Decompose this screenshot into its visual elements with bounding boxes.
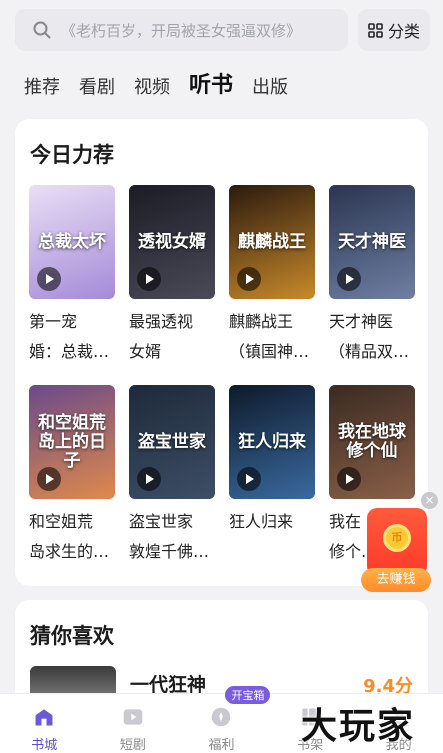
tab-recommend[interactable]: 推荐 [24,74,60,102]
book-name: 盗宝世家敦煌千佛… [129,507,215,567]
category-button[interactable]: 分类 [358,9,430,51]
tab-audiobook[interactable]: 听书 [189,70,233,102]
book-name-line: 婚：总裁… [29,342,110,361]
play-icon[interactable] [37,267,61,291]
play-icon[interactable] [137,267,161,291]
play-icon[interactable] [237,467,261,491]
cover-title: 总裁太坏 [38,231,106,252]
play-icon[interactable] [237,267,261,291]
book-cover: 麒麟战王 [229,185,315,299]
nav-welfare[interactable]: 开宝箱 福利 [177,686,271,753]
watermark: 大玩家 [301,705,416,747]
play-icon[interactable] [37,467,61,491]
book-name: 天才神医 （精品双… [329,307,415,367]
cover-title: 麒麟战王 [238,231,306,252]
coin-icon: 币 [383,524,411,552]
section-title: 今日力荐 [30,143,114,167]
cover-title: 和空姐荒岛上的日子 [38,412,106,471]
play-icon[interactable] [337,267,361,291]
play-icon[interactable] [137,467,161,491]
treasure-badge: 开宝箱 [225,686,271,704]
book-item[interactable]: 天才神医 天才神医 （精品双… [329,185,415,367]
search-box[interactable]: 《老朽百岁，开局被圣女强逼双修》 [15,9,348,51]
tab-publish[interactable]: 出版 [252,74,288,102]
book-name: 麒麟战王 （镇国神… [229,307,315,367]
cover-title: 透视女婿 [138,231,206,252]
cover-title: 我在地球修个仙 [338,422,406,461]
book-name-line: 岛求生的… [29,542,110,561]
earn-label: 去赚钱 [361,568,431,592]
book-name-line: 和空姐荒 [29,512,94,531]
book-name: 第一宠婚：总裁… [29,307,115,367]
nav-bookstore[interactable]: 书城 [0,694,89,753]
close-icon[interactable]: × [421,492,438,509]
book-name-line: （镇国神… [229,342,310,361]
book-item[interactable]: 和空姐荒岛上的日子和空姐荒岛求生的… [29,385,115,567]
bookstore-icon [35,709,53,726]
category-label: 分类 [387,22,420,41]
nav-short-drama[interactable]: 短剧 [89,694,178,753]
book-cover: 我在地球修个仙 [329,385,415,499]
search-icon [33,21,51,39]
tab-video[interactable]: 视频 [134,74,170,102]
book-cover: 和空姐荒岛上的日子 [29,385,115,499]
gift-icon [212,707,231,727]
book-cover: 总裁太坏 [29,185,115,299]
top-bar: 《老朽百岁，开局被圣女强逼双修》 分类 [15,9,430,51]
play-video-icon [123,709,143,725]
cover-title: 天才神医 [338,231,406,252]
earn-money-float[interactable]: 币 去赚钱 [361,508,431,592]
book-name-line: 天才神医 [329,312,394,331]
book-name-line: （精品双… [329,342,410,361]
book-item[interactable]: 狂人归来 狂人归来 [229,385,315,567]
book-name-line: 敦煌千佛… [129,542,210,561]
section-title: 猜你喜欢 [30,624,114,648]
book-name: 狂人归来 [229,507,315,567]
grid-icon [368,22,383,38]
book-name-line: 麒麟战王 [229,312,294,331]
book-item[interactable]: 盗宝世家 盗宝世家 敦煌千佛… [129,385,215,567]
book-item[interactable]: 透视女婿最强透视女婿 [129,185,215,367]
book-name-line: 女婿 [129,342,162,361]
nav-label: 福利 [208,738,235,753]
cover-title: 狂人归来 [238,431,306,452]
search-placeholder: 《老朽百岁，开局被圣女强逼双修》 [61,21,302,40]
book-cover: 透视女婿 [129,185,215,299]
book-grid: 总裁太坏 第一宠 婚：总裁… 透视女婿 最强透视 女婿 麒麟战王 麒麟战王 （镇国神… 天才神医天… [29,185,415,567]
book-name-line: 第一宠 [29,312,78,331]
book-item[interactable]: 总裁太坏第一宠婚：总裁… [29,185,115,367]
book-cover: 狂人归来 [229,385,315,499]
book-name: 和空姐荒岛求生的… [29,507,115,567]
nav-label: 短剧 [119,738,146,753]
book-cover: 天才神医 [329,185,415,299]
book-name-line: 狂人归来 [229,512,294,531]
book-name: 最强透视 女婿 [129,307,215,367]
book-name-line: 最强透视 [129,312,194,331]
channel-tabs: 推荐 看剧 视频 听书 出版 [24,66,307,102]
tab-drama[interactable]: 看剧 [79,74,115,102]
book-item[interactable]: 麒麟战王 麒麟战王 （镇国神… [229,185,315,367]
cover-title: 盗宝世家 [138,431,206,452]
nav-label: 书城 [31,738,58,753]
book-cover: 盗宝世家 [129,385,215,499]
play-icon[interactable] [337,467,361,491]
book-name-line: 盗宝世家 [129,512,194,531]
